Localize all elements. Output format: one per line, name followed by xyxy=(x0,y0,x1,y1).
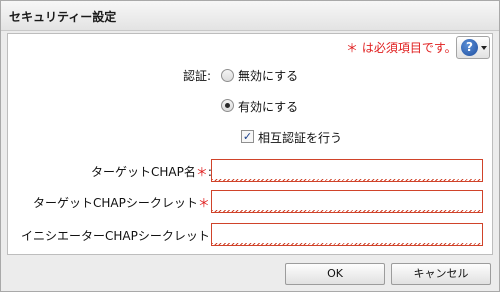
auth-disable-label[interactable]: 無効にする xyxy=(238,67,298,84)
initiator-chap-secret-input[interactable] xyxy=(212,224,482,245)
required-asterisk: ＊ xyxy=(195,165,208,179)
dialog-title: セキュリティー設定 xyxy=(9,10,117,24)
target-chap-secret-label-text: ターゲットCHAPシークレット xyxy=(33,196,198,210)
target-chap-secret-input[interactable] xyxy=(212,191,482,212)
target-chap-name-label: ターゲットCHAP名＊: xyxy=(91,163,212,180)
help-icon: ? xyxy=(461,39,478,56)
required-asterisk: ＊ xyxy=(197,196,210,210)
target-chap-name-input[interactable] xyxy=(212,160,482,181)
target-chap-secret-label: ターゲットCHAPシークレット＊: xyxy=(33,194,214,211)
auth-enable-radio[interactable] xyxy=(221,99,234,112)
auth-enable-label[interactable]: 有効にする xyxy=(238,98,298,115)
mutual-auth-label[interactable]: 相互認証を行う xyxy=(258,129,342,146)
validation-underline xyxy=(212,179,482,182)
target-chap-name-label-text: ターゲットCHAP名 xyxy=(91,165,196,179)
target-chap-secret-field-wrapper xyxy=(211,190,483,213)
initiator-chap-secret-field-wrapper xyxy=(211,223,483,246)
initiator-chap-secret-label: イニシエーターCHAPシークレット: xyxy=(21,229,214,243)
mutual-auth-checkbox[interactable]: ✓ xyxy=(241,130,254,143)
chevron-down-icon xyxy=(481,46,487,50)
auth-label: 認証: xyxy=(183,69,212,83)
required-note: ＊ は必須項目です。 xyxy=(346,41,457,55)
target-chap-name-field-wrapper xyxy=(211,159,483,182)
ok-button[interactable]: OK xyxy=(285,263,385,285)
help-button[interactable]: ? xyxy=(456,36,490,59)
validation-underline xyxy=(212,243,482,246)
validation-underline xyxy=(212,210,482,213)
cancel-button[interactable]: キャンセル xyxy=(391,263,491,285)
dialog-titlebar[interactable]: セキュリティー設定 xyxy=(1,1,499,31)
auth-disable-radio[interactable] xyxy=(221,69,234,82)
security-settings-dialog: セキュリティー設定 ＊ は必須項目です。 ? 認証: 無効にする 有効にする ✓… xyxy=(0,0,500,292)
